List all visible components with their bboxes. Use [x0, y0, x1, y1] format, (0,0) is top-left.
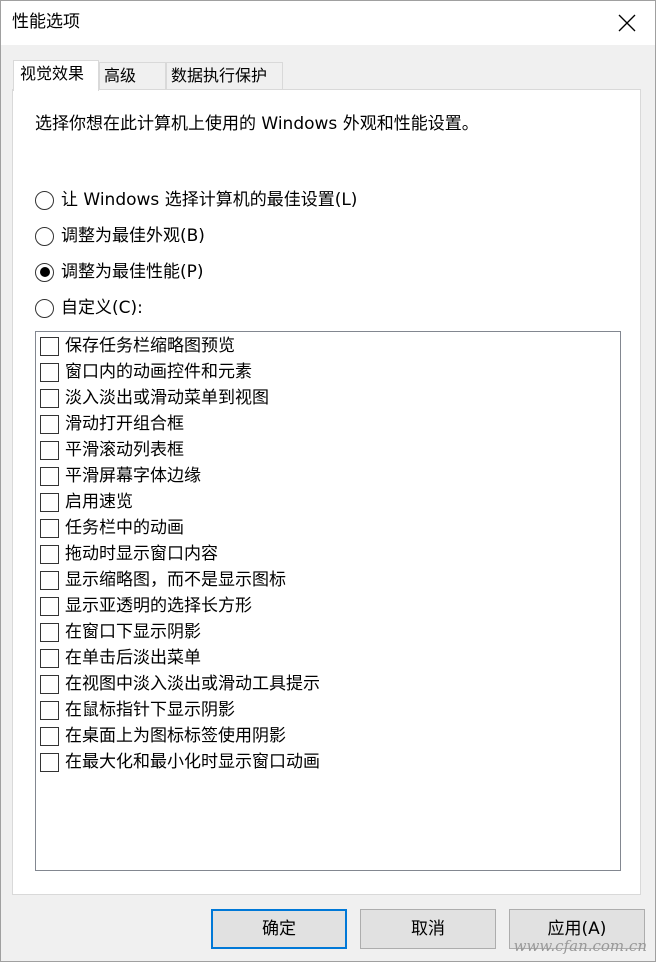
radio-label: 调整为最佳外观(B): [61, 226, 205, 246]
close-button[interactable]: [599, 1, 655, 45]
checkbox[interactable]: [40, 492, 59, 512]
list-item[interactable]: 在单击后淡出菜单: [40, 646, 201, 670]
checkbox[interactable]: [40, 622, 59, 642]
list-item[interactable]: 在最大化和最小化时显示窗口动画: [40, 750, 320, 774]
title-bar: 性能选项: [1, 1, 655, 45]
visual-effects-list[interactable]: 保存任务栏缩略图预览 窗口内的动画控件和元素 淡入淡出或滑动菜单到视图 滑动打开…: [35, 331, 621, 871]
list-item-label: 启用速览: [65, 492, 133, 512]
list-item[interactable]: 拖动时显示窗口内容: [40, 542, 218, 566]
list-item-label: 滑动打开组合框: [65, 414, 184, 434]
visual-effects-panel: 选择你想在此计算机上使用的 Windows 外观和性能设置。 让 Windows…: [12, 89, 641, 895]
list-item[interactable]: 平滑屏幕字体边缘: [40, 464, 201, 488]
checkbox[interactable]: [40, 336, 59, 356]
radio-button-selected[interactable]: [35, 262, 54, 282]
ok-button[interactable]: 确定: [211, 909, 347, 949]
checkbox[interactable]: [40, 648, 59, 668]
list-item[interactable]: 任务栏中的动画: [40, 516, 184, 540]
tab-data-execution-prevention[interactable]: 数据执行保护: [166, 62, 283, 90]
radio-best-performance[interactable]: 调整为最佳性能(P): [35, 260, 204, 284]
checkbox[interactable]: [40, 596, 59, 616]
list-item-label: 任务栏中的动画: [65, 518, 184, 538]
cancel-button[interactable]: 取消: [360, 909, 496, 949]
list-item[interactable]: 滑动打开组合框: [40, 412, 184, 436]
checkbox[interactable]: [40, 388, 59, 408]
window-title: 性能选项: [12, 12, 80, 32]
list-item[interactable]: 在鼠标指针下显示阴影: [40, 698, 235, 722]
list-item-label: 在窗口下显示阴影: [65, 622, 201, 642]
list-item-label: 窗口内的动画控件和元素: [65, 362, 252, 382]
checkbox[interactable]: [40, 752, 59, 772]
radio-button[interactable]: [35, 298, 54, 318]
list-item-label: 保存任务栏缩略图预览: [65, 336, 235, 356]
radio-label: 自定义(C):: [61, 298, 143, 318]
list-item[interactable]: 显示亚透明的选择长方形: [40, 594, 252, 618]
list-item-label: 显示缩略图，而不是显示图标: [65, 570, 286, 590]
tab-advanced[interactable]: 高级: [99, 62, 166, 90]
performance-options-dialog: 性能选项 视觉效果 高级 数据执行保护 选择你想在此计算机上使用的 Window…: [0, 0, 656, 962]
list-item[interactable]: 窗口内的动画控件和元素: [40, 360, 252, 384]
radio-best-appearance[interactable]: 调整为最佳外观(B): [35, 224, 205, 248]
checkbox[interactable]: [40, 544, 59, 564]
checkbox[interactable]: [40, 700, 59, 720]
list-item[interactable]: 在桌面上为图标标签使用阴影: [40, 724, 286, 748]
list-item[interactable]: 在窗口下显示阴影: [40, 620, 201, 644]
list-item[interactable]: 显示缩略图，而不是显示图标: [40, 568, 286, 592]
list-item[interactable]: 在视图中淡入淡出或滑动工具提示: [40, 672, 320, 696]
list-item-label: 在桌面上为图标标签使用阴影: [65, 726, 286, 746]
radio-custom[interactable]: 自定义(C):: [35, 296, 143, 320]
list-item-label: 显示亚透明的选择长方形: [65, 596, 252, 616]
list-item-label: 在视图中淡入淡出或滑动工具提示: [65, 674, 320, 694]
list-item-label: 在鼠标指针下显示阴影: [65, 700, 235, 720]
radio-label: 让 Windows 选择计算机的最佳设置(L): [61, 190, 358, 210]
list-item-label: 在最大化和最小化时显示窗口动画: [65, 752, 320, 772]
checkbox[interactable]: [40, 414, 59, 434]
list-item-label: 平滑屏幕字体边缘: [65, 466, 201, 486]
list-item-label: 平滑滚动列表框: [65, 440, 184, 460]
close-icon: [618, 14, 636, 32]
radio-button[interactable]: [35, 226, 54, 246]
radio-let-windows-choose[interactable]: 让 Windows 选择计算机的最佳设置(L): [35, 188, 357, 212]
checkbox[interactable]: [40, 674, 59, 694]
list-item-label: 拖动时显示窗口内容: [65, 544, 218, 564]
list-item[interactable]: 启用速览: [40, 490, 133, 514]
checkbox[interactable]: [40, 570, 59, 590]
intro-text: 选择你想在此计算机上使用的 Windows 外观和性能设置。: [35, 114, 479, 134]
list-item[interactable]: 保存任务栏缩略图预览: [40, 334, 235, 358]
checkbox[interactable]: [40, 518, 59, 538]
list-item[interactable]: 平滑滚动列表框: [40, 438, 184, 462]
radio-label: 调整为最佳性能(P): [61, 262, 204, 282]
watermark: www.cfan.com.cn: [513, 937, 647, 955]
checkbox[interactable]: [40, 726, 59, 746]
tab-visual-effects[interactable]: 视觉效果: [13, 60, 99, 91]
list-item-label: 淡入淡出或滑动菜单到视图: [65, 388, 269, 408]
radio-button[interactable]: [35, 190, 54, 210]
checkbox[interactable]: [40, 440, 59, 460]
list-item-label: 在单击后淡出菜单: [65, 648, 201, 668]
radio-selected-dot: [39, 267, 50, 277]
list-item[interactable]: 淡入淡出或滑动菜单到视图: [40, 386, 269, 410]
checkbox[interactable]: [40, 362, 59, 382]
checkbox[interactable]: [40, 466, 59, 486]
